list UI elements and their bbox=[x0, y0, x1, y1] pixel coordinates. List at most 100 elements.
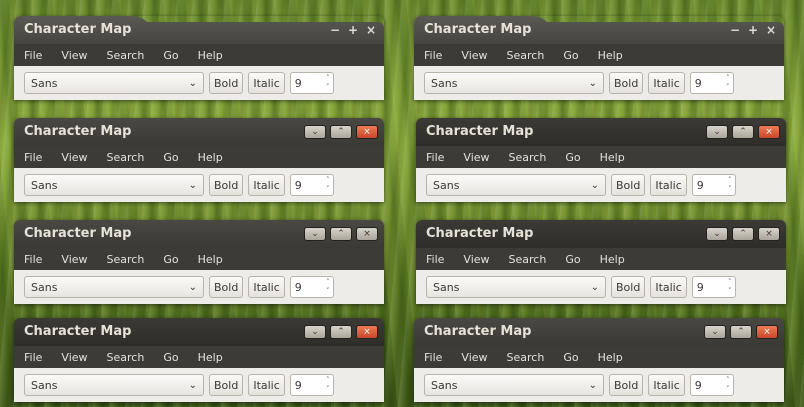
minimize-icon[interactable]: − bbox=[728, 23, 742, 37]
close-icon[interactable]: × bbox=[756, 325, 778, 339]
menu-view[interactable]: View bbox=[463, 253, 489, 266]
close-icon[interactable]: × bbox=[356, 325, 378, 339]
close-icon[interactable]: × bbox=[356, 125, 378, 139]
font-size-spinner[interactable]: 9 ˄ ˅ bbox=[689, 374, 734, 396]
menu-file[interactable]: File bbox=[24, 351, 42, 364]
spin-arrows[interactable]: ˄ ˅ bbox=[723, 376, 733, 394]
font-size-spinner[interactable]: 9 ˄ ˅ bbox=[689, 72, 734, 94]
italic-button[interactable]: Italic bbox=[248, 276, 285, 298]
spin-down-icon[interactable]: ˅ bbox=[725, 287, 735, 296]
menu-file[interactable]: File bbox=[426, 253, 444, 266]
italic-button[interactable]: Italic bbox=[248, 72, 285, 94]
menu-file[interactable]: File bbox=[424, 49, 442, 62]
bold-button[interactable]: Bold bbox=[609, 72, 644, 94]
font-family-select[interactable]: Sans ⌄ bbox=[426, 276, 606, 298]
minimize-icon[interactable]: ⌄ bbox=[304, 325, 326, 339]
title-bar[interactable]: Character Map ⌄ ⌃ × bbox=[14, 318, 384, 346]
menu-search[interactable]: Search bbox=[107, 151, 145, 164]
spin-up-icon[interactable]: ˄ bbox=[725, 278, 735, 287]
spin-up-icon[interactable]: ˄ bbox=[323, 176, 333, 185]
spin-arrows[interactable]: ˄ ˅ bbox=[323, 176, 333, 194]
spin-arrows[interactable]: ˄ ˅ bbox=[725, 278, 735, 296]
close-icon[interactable]: × bbox=[356, 227, 378, 241]
minimize-icon[interactable]: ⌄ bbox=[304, 227, 326, 241]
spin-down-icon[interactable]: ˅ bbox=[723, 83, 733, 92]
menu-go[interactable]: Go bbox=[163, 253, 178, 266]
menu-help[interactable]: Help bbox=[198, 253, 223, 266]
menu-go[interactable]: Go bbox=[563, 49, 578, 62]
menu-search[interactable]: Search bbox=[107, 351, 145, 364]
spin-arrows[interactable]: ˄ ˅ bbox=[323, 278, 333, 296]
menu-help[interactable]: Help bbox=[198, 49, 223, 62]
menu-go[interactable]: Go bbox=[565, 253, 580, 266]
title-bar[interactable]: Character Map ⌄ ⌃ × bbox=[414, 318, 784, 346]
bold-button[interactable]: Bold bbox=[209, 174, 244, 196]
maximize-icon[interactable]: ⌃ bbox=[732, 227, 754, 241]
spin-arrows[interactable]: ˄ ˅ bbox=[725, 176, 735, 194]
italic-button[interactable]: Italic bbox=[248, 374, 285, 396]
minimize-icon[interactable]: ⌄ bbox=[704, 325, 726, 339]
minimize-icon[interactable]: ⌄ bbox=[706, 125, 728, 139]
title-bar[interactable]: Character Map ⌄ ⌃ × bbox=[416, 118, 786, 146]
maximize-icon[interactable]: + bbox=[346, 23, 360, 37]
spin-arrows[interactable]: ˄ ˅ bbox=[323, 376, 333, 394]
maximize-icon[interactable]: ⌃ bbox=[330, 227, 352, 241]
menu-view[interactable]: View bbox=[61, 49, 87, 62]
spin-up-icon[interactable]: ˄ bbox=[323, 278, 333, 287]
spin-arrows[interactable]: ˄ ˅ bbox=[723, 74, 733, 92]
bold-button[interactable]: Bold bbox=[609, 374, 644, 396]
menu-help[interactable]: Help bbox=[198, 351, 223, 364]
font-family-select[interactable]: Sans ⌄ bbox=[424, 72, 604, 94]
menu-file[interactable]: File bbox=[424, 351, 442, 364]
bold-button[interactable]: Bold bbox=[611, 276, 646, 298]
spin-up-icon[interactable]: ˄ bbox=[723, 376, 733, 385]
font-size-spinner[interactable]: 9 ˄ ˅ bbox=[691, 174, 736, 196]
close-icon[interactable]: × bbox=[758, 125, 780, 139]
font-family-select[interactable]: Sans ⌄ bbox=[24, 374, 204, 396]
menu-help[interactable]: Help bbox=[598, 49, 623, 62]
bold-button[interactable]: Bold bbox=[209, 72, 244, 94]
italic-button[interactable]: Italic bbox=[648, 374, 685, 396]
menu-file[interactable]: File bbox=[426, 151, 444, 164]
menu-help[interactable]: Help bbox=[600, 253, 625, 266]
font-family-select[interactable]: Sans ⌄ bbox=[24, 276, 204, 298]
bold-button[interactable]: Bold bbox=[209, 374, 244, 396]
close-icon[interactable]: × bbox=[758, 227, 780, 241]
spin-arrows[interactable]: ˄ ˅ bbox=[323, 74, 333, 92]
font-family-select[interactable]: Sans ⌄ bbox=[426, 174, 606, 196]
spin-up-icon[interactable]: ˄ bbox=[323, 376, 333, 385]
menu-help[interactable]: Help bbox=[600, 151, 625, 164]
menu-go[interactable]: Go bbox=[163, 151, 178, 164]
menu-search[interactable]: Search bbox=[107, 49, 145, 62]
font-size-spinner[interactable]: 9 ˄ ˅ bbox=[691, 276, 736, 298]
menu-help[interactable]: Help bbox=[598, 351, 623, 364]
menu-go[interactable]: Go bbox=[163, 49, 178, 62]
font-size-spinner[interactable]: 9 ˄ ˅ bbox=[289, 374, 334, 396]
font-size-spinner[interactable]: 9 ˄ ˅ bbox=[289, 276, 334, 298]
close-icon[interactable]: × bbox=[364, 23, 378, 37]
maximize-icon[interactable]: ⌃ bbox=[730, 325, 752, 339]
title-bar[interactable]: Character Map ⌄ ⌃ × bbox=[14, 118, 384, 146]
menu-go[interactable]: Go bbox=[563, 351, 578, 364]
spin-down-icon[interactable]: ˅ bbox=[323, 287, 333, 296]
maximize-icon[interactable]: ⌃ bbox=[330, 125, 352, 139]
menu-search[interactable]: Search bbox=[509, 151, 547, 164]
italic-button[interactable]: Italic bbox=[650, 174, 687, 196]
maximize-icon[interactable]: ⌃ bbox=[330, 325, 352, 339]
menu-view[interactable]: View bbox=[463, 151, 489, 164]
menu-file[interactable]: File bbox=[24, 49, 42, 62]
maximize-icon[interactable]: ⌃ bbox=[732, 125, 754, 139]
title-bar[interactable]: Character Map ⌄ ⌃ × bbox=[14, 220, 384, 248]
spin-down-icon[interactable]: ˅ bbox=[323, 385, 333, 394]
font-family-select[interactable]: Sans ⌄ bbox=[24, 72, 204, 94]
menu-search[interactable]: Search bbox=[509, 253, 547, 266]
spin-down-icon[interactable]: ˅ bbox=[723, 385, 733, 394]
title-bar[interactable]: Character Map − + × bbox=[414, 16, 784, 44]
menu-file[interactable]: File bbox=[24, 253, 42, 266]
menu-file[interactable]: File bbox=[24, 151, 42, 164]
minimize-icon[interactable]: − bbox=[328, 23, 342, 37]
italic-button[interactable]: Italic bbox=[650, 276, 687, 298]
menu-search[interactable]: Search bbox=[507, 49, 545, 62]
font-family-select[interactable]: Sans ⌄ bbox=[424, 374, 604, 396]
spin-down-icon[interactable]: ˅ bbox=[725, 185, 735, 194]
